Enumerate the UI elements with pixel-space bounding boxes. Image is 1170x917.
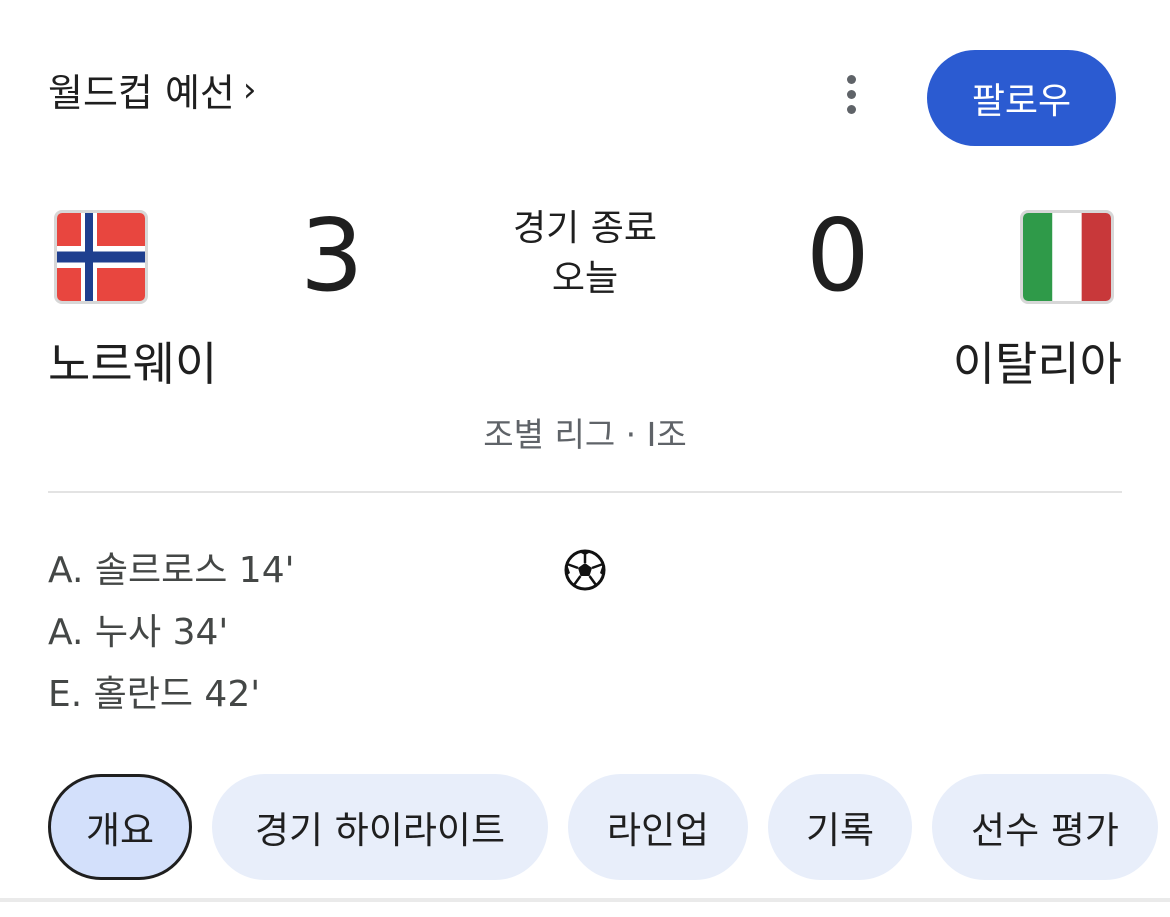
dot [846,104,856,114]
competition-link[interactable]: 월드컵 예선 › [48,62,257,117]
tab-stats[interactable]: 기록 [768,774,912,880]
match-date: 오늘 [551,258,619,299]
match-card: 월드컵 예선 › 팔로우 3 경기 종료 오늘 0 노르웨이 이탈리아 조별 리… [0,0,1170,917]
away-team-name[interactable]: 이탈리아 [953,334,1122,394]
soccer-ball-icon [564,549,606,591]
tab-highlights[interactable]: 경기 하이라이트 [212,774,548,880]
competition-title: 월드컵 예선 [48,71,235,115]
goal-item: E. 홀란드 42' [48,674,261,715]
goal-list: A. 솔르로스 14' A. 누사 34' E. 홀란드 42' [48,540,295,726]
norway-flag-icon[interactable] [54,210,148,304]
more-options-icon[interactable] [826,66,876,122]
chevron-right-icon: › [242,69,257,110]
home-score: 3 [300,197,364,314]
home-team-name[interactable]: 노르웨이 [48,334,217,394]
tab-overview[interactable]: 개요 [48,774,192,880]
tab-lineup[interactable]: 라인업 [568,774,748,880]
tab-bar: 개요 경기 하이라이트 라인업 기록 선수 평가 [48,774,1158,880]
italy-flag-icon[interactable] [1020,210,1114,304]
away-score: 0 [806,197,870,314]
divider [48,491,1122,493]
league-info: 조별 리그 · I조 [483,415,687,454]
tab-player-ratings[interactable]: 선수 평가 [932,774,1158,880]
goal-item: A. 누사 34' [48,612,229,653]
dot [846,74,856,84]
dot [846,89,856,99]
match-status-text: 경기 종료 [513,208,657,249]
goal-item: A. 솔르로스 14' [48,550,295,591]
divider [0,898,1170,902]
match-status: 경기 종료 오늘 [460,204,710,304]
follow-button[interactable]: 팔로우 [927,50,1116,146]
